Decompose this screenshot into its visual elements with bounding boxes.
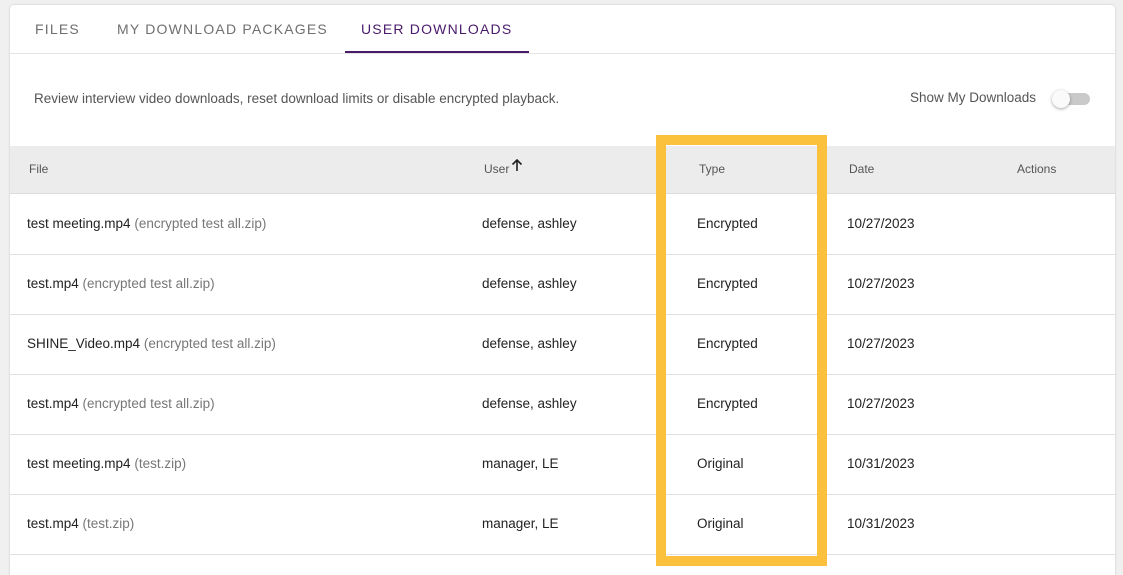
page-description: Review interview video downloads, reset …: [34, 91, 560, 106]
date-cell: 10/27/2023: [847, 216, 915, 231]
type-cell: Original: [697, 456, 744, 471]
active-tab-indicator: [345, 51, 529, 53]
show-my-downloads-label: Show My Downloads: [910, 90, 1037, 105]
package-name: (test.zip): [82, 516, 135, 531]
file-name: test.mp4: [27, 396, 79, 411]
tab-bar: FILES MY DOWNLOAD PACKAGES USER DOWNLOAD…: [10, 5, 1115, 54]
file-name: SHINE_Video.mp4: [27, 336, 141, 351]
column-header-date[interactable]: Date: [849, 146, 874, 193]
table-row[interactable]: test.mp4 (encrypted test all.zip) defens…: [10, 374, 1115, 435]
tab-files[interactable]: FILES: [35, 5, 80, 53]
type-cell: Encrypted: [697, 396, 758, 411]
table-row[interactable]: SHINE_Video.mp4 (encrypted test all.zip)…: [10, 314, 1115, 375]
user-cell: defense, ashley: [482, 336, 577, 351]
table-row[interactable]: test.mp4 (test.zip) manager, LE Original…: [10, 494, 1115, 555]
file-cell: test meeting.mp4 (encrypted test all.zip…: [27, 194, 266, 254]
table-header: File User Type Date Actions: [10, 146, 1115, 194]
file-cell: test.mp4 (encrypted test all.zip): [27, 374, 215, 434]
user-cell: manager, LE: [482, 456, 559, 471]
column-header-file[interactable]: File: [29, 146, 48, 193]
file-name: test.mp4: [27, 516, 79, 531]
file-cell: test.mp4 (test.zip): [27, 494, 134, 554]
arrow-up-icon: [511, 145, 523, 192]
column-header-user[interactable]: User: [484, 146, 523, 193]
type-cell: Encrypted: [697, 336, 758, 351]
file-cell: SHINE_Video.mp4 (encrypted test all.zip): [27, 314, 276, 374]
type-cell: Original: [697, 516, 744, 531]
file-cell: test.mp4 (encrypted test all.zip): [27, 254, 215, 314]
user-downloads-card: FILES MY DOWNLOAD PACKAGES USER DOWNLOAD…: [10, 5, 1115, 575]
type-cell: Encrypted: [697, 216, 758, 231]
user-cell: defense, ashley: [482, 396, 577, 411]
tab-my-download-packages[interactable]: MY DOWNLOAD PACKAGES: [117, 5, 328, 53]
date-cell: 10/31/2023: [847, 516, 915, 531]
package-name: (encrypted test all.zip): [82, 276, 215, 291]
table-row[interactable]: test.mp4 (encrypted test all.zip) defens…: [10, 254, 1115, 315]
package-name: (test.zip): [134, 456, 187, 471]
tab-user-downloads[interactable]: USER DOWNLOADS: [361, 5, 512, 53]
column-header-actions: Actions: [1017, 162, 1057, 176]
table-row[interactable]: test meeting.mp4 (encrypted test all.zip…: [10, 194, 1115, 255]
user-cell: manager, LE: [482, 516, 559, 531]
file-name: test.mp4: [27, 276, 79, 291]
package-name: (encrypted test all.zip): [82, 396, 215, 411]
file-name: test meeting.mp4: [27, 456, 131, 471]
type-cell: Encrypted: [697, 276, 758, 291]
date-cell: 10/31/2023: [847, 456, 915, 471]
toggle-thumb: [1052, 90, 1070, 108]
date-cell: 10/27/2023: [847, 336, 915, 351]
user-cell: defense, ashley: [482, 216, 577, 231]
date-cell: 10/27/2023: [847, 396, 915, 411]
package-name: (encrypted test all.zip): [143, 336, 276, 351]
show-my-downloads-toggle[interactable]: [1052, 90, 1090, 108]
file-name: test meeting.mp4: [27, 216, 131, 231]
package-name: (encrypted test all.zip): [134, 216, 267, 231]
table-row[interactable]: test meeting.mp4 (test.zip) manager, LE …: [10, 434, 1115, 495]
file-cell: test meeting.mp4 (test.zip): [27, 434, 186, 494]
user-cell: defense, ashley: [482, 276, 577, 291]
column-header-type[interactable]: Type: [699, 146, 725, 193]
column-header-user-label: User: [484, 162, 510, 176]
date-cell: 10/27/2023: [847, 276, 915, 291]
